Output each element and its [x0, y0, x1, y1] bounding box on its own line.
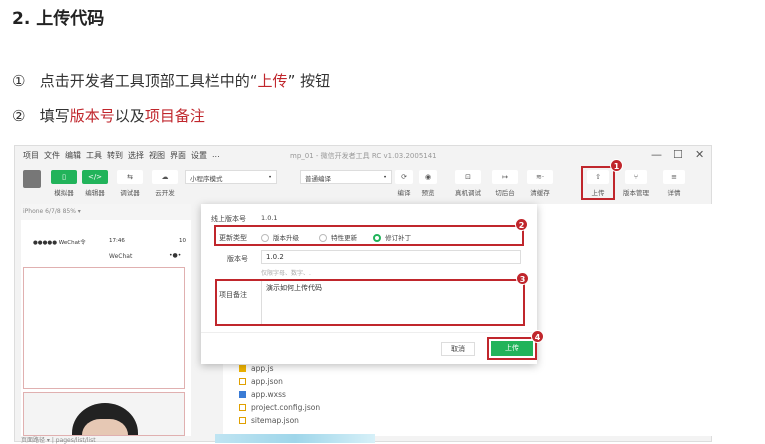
mode-value: 小程序模式	[190, 175, 223, 183]
simulator-header: iPhone 6/7/8 85% ▾	[21, 204, 191, 220]
refresh-icon[interactable]: ⟳	[395, 170, 413, 184]
phone-icon[interactable]: ▯	[51, 170, 77, 184]
code-icon[interactable]: </>	[82, 170, 108, 184]
chevron-down-icon: •	[383, 173, 387, 181]
eye-icon[interactable]: ◉	[419, 170, 437, 184]
capsule-menu[interactable]: •●•	[169, 252, 181, 259]
step-text: 以及	[114, 107, 145, 125]
page-title: 2. 上传代码	[12, 9, 105, 29]
mode-select[interactable]: 小程序模式 •	[185, 170, 277, 184]
step-2: ② 填写版本号以及项目备注	[12, 105, 205, 126]
menu-icon[interactable]: ≡	[663, 170, 685, 184]
version-manage-button[interactable]: 版本管理	[616, 187, 656, 197]
file-name: app.json	[251, 377, 283, 386]
step-highlight: 上传	[257, 72, 288, 90]
menu-item[interactable]: 编辑	[65, 150, 81, 161]
step-text: 点击开发者工具顶部工具栏中的“	[39, 72, 258, 90]
menu-item[interactable]: 设置	[191, 150, 207, 161]
json-file-icon	[239, 404, 246, 411]
menu-item[interactable]: ...	[212, 150, 220, 161]
menu-item[interactable]: 界面	[170, 150, 186, 161]
step-badge-1: 1	[610, 159, 623, 172]
file-name: project.config.json	[251, 403, 321, 412]
highlight-box-upload	[581, 166, 615, 200]
cache-icon[interactable]: ≋·	[527, 170, 553, 184]
file-name: app.wxss	[251, 390, 286, 399]
cloud-icon[interactable]: ☁	[152, 170, 178, 184]
page-path-select[interactable]: 页面路径 ▾	[21, 437, 50, 444]
step-number: ②	[12, 107, 26, 125]
battery: 10	[179, 238, 186, 244]
device-icon[interactable]: ⊡	[455, 170, 481, 184]
debug-icon[interactable]: ⇆	[117, 170, 143, 184]
debugger-button[interactable]: 调试器	[110, 187, 150, 197]
simulator-panel: iPhone 6/7/8 85% ▾ ●●●●● WeChat令 17:46 1…	[21, 204, 191, 436]
file-item[interactable]: sitemap.json	[239, 414, 320, 427]
cloud-button[interactable]: 云开发	[145, 187, 185, 197]
file-item[interactable]: app.json	[239, 375, 320, 388]
version-input[interactable]: 1.0.2	[261, 250, 521, 264]
background-button[interactable]: 切后台	[485, 187, 525, 197]
devtools-window: 项目 文件 编辑 工具 转到 选择 视图 界面 设置 ... mp_01 - 微…	[14, 145, 713, 444]
step-highlight: 版本号	[69, 107, 115, 125]
clock: 17:46	[109, 238, 125, 244]
step-badge-2: 2	[515, 218, 528, 231]
menu-item[interactable]: 文件	[44, 150, 60, 161]
step-badge-4: 4	[531, 330, 544, 343]
cancel-button[interactable]: 取消	[441, 342, 475, 356]
menu-item[interactable]: 选择	[128, 150, 144, 161]
version-hint: 仅限字母、数字、.	[261, 270, 311, 277]
step-number: ①	[12, 72, 26, 90]
step-badge-3: 3	[516, 272, 529, 285]
version-label: 版本号	[227, 255, 248, 263]
menu-item[interactable]: 工具	[86, 150, 102, 161]
upload-dialog: 线上版本号 1.0.1 更新类型 版本升级 特性更新 修订补丁 2 版本号 1.…	[201, 204, 544, 364]
background-icon[interactable]: ↦	[492, 170, 518, 184]
wxss-file-icon	[239, 391, 246, 398]
compile-value: 普通编译	[305, 175, 331, 183]
menu-item[interactable]: 转到	[107, 150, 123, 161]
file-item[interactable]: project.config.json	[239, 401, 320, 414]
file-item[interactable]: app.wxss	[239, 388, 320, 401]
editor-button[interactable]: 编辑器	[75, 187, 115, 197]
online-version-label: 线上版本号	[211, 215, 246, 223]
nav-title: WeChat	[109, 253, 133, 260]
details-button[interactable]: 详情	[654, 187, 694, 197]
minimize-icon[interactable]: —	[651, 148, 662, 161]
maximize-icon[interactable]: ☐	[673, 148, 683, 161]
menu-item[interactable]: 视图	[149, 150, 165, 161]
avatar[interactable]	[23, 170, 41, 188]
photo	[23, 392, 185, 436]
carrier: ●●●●● WeChat令	[33, 240, 86, 246]
chevron-down-icon: •	[268, 173, 272, 181]
status-bar: 页面路径 ▾ | pages/list/list	[21, 437, 96, 444]
content-block	[23, 267, 185, 389]
branch-icon[interactable]: ⑂	[625, 170, 647, 184]
compile-select[interactable]: 普通编译 •	[300, 170, 392, 184]
real-device-debug-button[interactable]: 真机调试	[448, 187, 488, 197]
menu-item[interactable]: 项目	[23, 150, 39, 161]
highlight-box-upload-confirm	[487, 337, 537, 360]
clear-cache-button[interactable]: 清缓存	[520, 187, 560, 197]
step-text: 填写	[39, 107, 70, 125]
file-name: app.js	[251, 364, 274, 373]
highlight-box-type	[214, 225, 524, 246]
file-name: sitemap.json	[251, 416, 299, 425]
device-select[interactable]: iPhone 6/7/8 85% ▾	[23, 208, 81, 215]
online-version-value: 1.0.1	[261, 214, 278, 222]
page-path: pages/list/list	[55, 437, 96, 444]
close-icon[interactable]: ✕	[695, 148, 704, 161]
highlight-box-note	[215, 279, 525, 326]
json-file-icon	[239, 378, 246, 385]
json-file-icon	[239, 417, 246, 424]
menu-bar: 项目 文件 编辑 工具 转到 选择 视图 界面 设置 ...	[23, 150, 220, 161]
preview-button[interactable]: 预览	[408, 187, 448, 197]
step-highlight: 项目备注	[144, 107, 205, 125]
step-text: ” 按钮	[287, 72, 331, 90]
window-title: mp_01 - 微信开发者工具 RC v1.03.2005141	[290, 152, 437, 160]
step-1: ① 点击开发者工具顶部工具栏中的“上传” 按钮	[12, 70, 330, 91]
js-file-icon	[239, 365, 246, 372]
